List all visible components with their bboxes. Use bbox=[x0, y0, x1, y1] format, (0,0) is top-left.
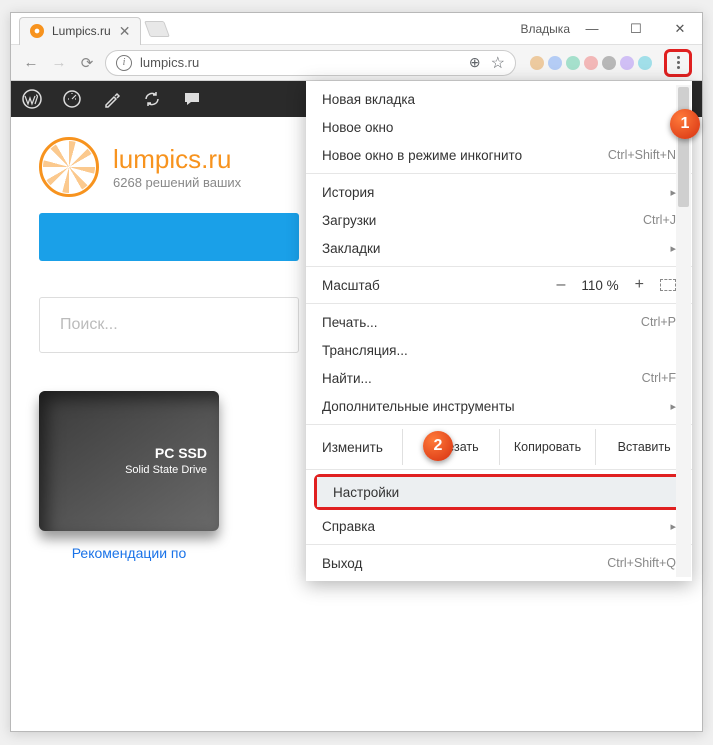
customize-icon[interactable] bbox=[101, 88, 123, 110]
search-input[interactable]: Поиск... bbox=[39, 297, 299, 353]
extensions bbox=[530, 56, 652, 70]
site-info-icon[interactable]: i bbox=[116, 55, 132, 71]
titlebar: Lumpics.ru ✕ Владыка — ☐ ✕ bbox=[11, 13, 702, 45]
menu-settings-highlight: Настройки bbox=[314, 474, 684, 510]
menu-cast[interactable]: Трансляция... bbox=[306, 336, 692, 364]
site-subtitle: 6268 решений ваших bbox=[113, 175, 241, 190]
wordpress-icon[interactable] bbox=[21, 88, 43, 110]
more-menu-button[interactable] bbox=[664, 49, 692, 77]
nav-bar[interactable] bbox=[39, 213, 299, 261]
menu-edit-label: Изменить bbox=[322, 440, 402, 455]
reload-icon[interactable]: ⟳ bbox=[77, 54, 97, 72]
url-text: lumpics.ru bbox=[140, 55, 199, 70]
dashboard-icon[interactable] bbox=[61, 88, 83, 110]
menu-print[interactable]: Печать...Ctrl+P bbox=[306, 308, 692, 336]
browser-window: Lumpics.ru ✕ Владыка — ☐ ✕ ← → ⟳ i lumpi… bbox=[10, 12, 703, 732]
extension-icon[interactable] bbox=[566, 56, 580, 70]
extension-icon[interactable] bbox=[602, 56, 616, 70]
zoom-out-button[interactable]: – bbox=[552, 276, 569, 294]
menu-copy[interactable]: Копировать bbox=[499, 429, 596, 465]
updates-icon[interactable] bbox=[141, 88, 163, 110]
window-controls: — ☐ ✕ bbox=[570, 15, 702, 43]
ssd-sub: Solid State Drive bbox=[125, 464, 207, 476]
forward-icon[interactable]: → bbox=[49, 54, 69, 71]
maximize-button[interactable]: ☐ bbox=[614, 15, 658, 43]
extension-icon[interactable] bbox=[548, 56, 562, 70]
minimize-button[interactable]: — bbox=[570, 15, 614, 43]
zoom-value: 110 % bbox=[581, 278, 618, 293]
tab-close-icon[interactable]: ✕ bbox=[119, 23, 131, 40]
menu-bookmarks[interactable]: Закладки▸ bbox=[306, 234, 692, 262]
new-tab-button[interactable] bbox=[145, 21, 171, 37]
card-link[interactable]: Рекомендации по bbox=[39, 545, 219, 561]
extension-icon[interactable] bbox=[620, 56, 634, 70]
extension-icon[interactable] bbox=[638, 56, 652, 70]
extension-icon[interactable] bbox=[584, 56, 598, 70]
comments-icon[interactable] bbox=[181, 88, 203, 110]
fullscreen-icon[interactable] bbox=[660, 279, 676, 291]
callout-1: 1 bbox=[670, 109, 700, 139]
callout-2: 2 bbox=[423, 431, 453, 461]
menu-zoom: Масштаб – 110 % + bbox=[306, 271, 692, 299]
profile-name[interactable]: Владыка bbox=[521, 22, 571, 36]
extension-icon[interactable] bbox=[530, 56, 544, 70]
site-logo-icon bbox=[39, 137, 99, 197]
tab-title: Lumpics.ru bbox=[52, 24, 111, 38]
favicon-icon bbox=[30, 24, 44, 38]
menu-help[interactable]: Справка▸ bbox=[306, 512, 692, 540]
menu-find[interactable]: Найти...Ctrl+F bbox=[306, 364, 692, 392]
chrome-menu: Новая вкладка Новое окно Новое окно в ре… bbox=[306, 81, 692, 581]
card-ssd[interactable]: PC SSD Solid State Drive Рекомендации по bbox=[39, 391, 219, 561]
menu-new-window[interactable]: Новое окно bbox=[306, 113, 692, 141]
menu-incognito[interactable]: Новое окно в режиме инкогнитоCtrl+Shift+… bbox=[306, 141, 692, 169]
menu-edit-row: Изменить Вырезать Копировать Вставить bbox=[306, 429, 692, 465]
url-box[interactable]: i lumpics.ru ⊕ ☆ bbox=[105, 50, 516, 76]
bookmark-star-icon[interactable]: ☆ bbox=[491, 53, 505, 73]
tab-lumpics[interactable]: Lumpics.ru ✕ bbox=[19, 17, 141, 45]
ssd-title: PC SSD bbox=[155, 445, 207, 461]
menu-settings[interactable]: Настройки bbox=[317, 477, 681, 507]
ssd-image: PC SSD Solid State Drive bbox=[39, 391, 219, 531]
menu-downloads[interactable]: ЗагрузкиCtrl+J bbox=[306, 206, 692, 234]
site-name: lumpics.ru bbox=[113, 144, 241, 175]
back-icon[interactable]: ← bbox=[21, 54, 41, 71]
menu-more-tools[interactable]: Дополнительные инструменты▸ bbox=[306, 392, 692, 420]
menu-exit[interactable]: ВыходCtrl+Shift+Q bbox=[306, 549, 692, 577]
zoom-icon[interactable]: ⊕ bbox=[469, 54, 481, 71]
menu-history[interactable]: История▸ bbox=[306, 178, 692, 206]
address-bar: ← → ⟳ i lumpics.ru ⊕ ☆ bbox=[11, 45, 702, 81]
zoom-in-button[interactable]: + bbox=[631, 276, 648, 294]
menu-new-tab[interactable]: Новая вкладка bbox=[306, 85, 692, 113]
close-button[interactable]: ✕ bbox=[658, 15, 702, 43]
menu-scrollbar[interactable] bbox=[676, 85, 691, 577]
